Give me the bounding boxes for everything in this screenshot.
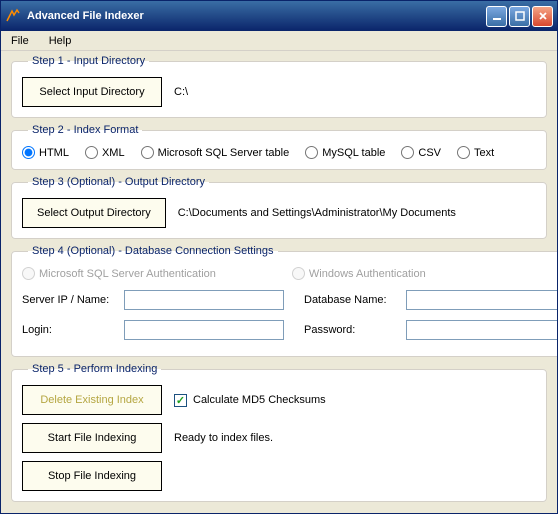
window-title: Advanced File Indexer	[27, 10, 486, 22]
format-csv-radio[interactable]: CSV	[401, 146, 441, 159]
delete-index-button[interactable]: Delete Existing Index	[22, 385, 162, 415]
app-icon	[5, 8, 21, 24]
step5-legend: Step 5 - Perform Indexing	[28, 363, 161, 375]
step2-legend: Step 2 - Index Format	[28, 124, 142, 136]
step3-group: Step 3 (Optional) - Output Directory Sel…	[11, 176, 547, 239]
step2-group: Step 2 - Index Format HTML XML Microsoft…	[11, 124, 547, 170]
step5-group: Step 5 - Perform Indexing Delete Existin…	[11, 363, 547, 502]
input-dir-path: C:\	[174, 86, 188, 98]
step3-legend: Step 3 (Optional) - Output Directory	[28, 176, 209, 188]
auth-mssql-radio: Microsoft SQL Server Authentication	[22, 267, 216, 280]
format-mssql-radio[interactable]: Microsoft SQL Server table	[141, 146, 290, 159]
server-label: Server IP / Name:	[22, 294, 118, 306]
dbname-input[interactable]	[406, 290, 557, 310]
stop-indexing-button[interactable]: Stop File Indexing	[22, 461, 162, 491]
window-buttons	[486, 6, 553, 27]
md5-checkbox[interactable]: ✓	[174, 394, 187, 407]
password-label: Password:	[304, 324, 400, 336]
login-label: Login:	[22, 324, 118, 336]
password-input[interactable]	[406, 320, 557, 340]
step1-legend: Step 1 - Input Directory	[28, 55, 149, 67]
content: Step 1 - Input Directory Select Input Di…	[1, 51, 557, 513]
md5-label: Calculate MD5 Checksums	[193, 394, 326, 406]
step4-group: Step 4 (Optional) - Database Connection …	[11, 245, 557, 357]
select-output-dir-button[interactable]: Select Output Directory	[22, 198, 166, 228]
menubar: File Help	[1, 31, 557, 51]
step1-group: Step 1 - Input Directory Select Input Di…	[11, 55, 547, 118]
maximize-button[interactable]	[509, 6, 530, 27]
server-input[interactable]	[124, 290, 284, 310]
close-button[interactable]	[532, 6, 553, 27]
format-xml-radio[interactable]: XML	[85, 146, 125, 159]
auth-win-radio: Windows Authentication	[292, 267, 426, 280]
login-input[interactable]	[124, 320, 284, 340]
md5-checkbox-wrap[interactable]: ✓ Calculate MD5 Checksums	[174, 394, 326, 407]
dbname-label: Database Name:	[304, 294, 400, 306]
minimize-button[interactable]	[486, 6, 507, 27]
format-text-radio[interactable]: Text	[457, 146, 494, 159]
step4-legend: Step 4 (Optional) - Database Connection …	[28, 245, 278, 257]
format-html-radio[interactable]: HTML	[22, 146, 69, 159]
status-text: Ready to index files.	[174, 432, 273, 444]
menu-file[interactable]: File	[5, 33, 35, 49]
start-indexing-button[interactable]: Start File Indexing	[22, 423, 162, 453]
titlebar: Advanced File Indexer	[1, 1, 557, 31]
menu-help[interactable]: Help	[43, 33, 78, 49]
select-input-dir-button[interactable]: Select Input Directory	[22, 77, 162, 107]
output-dir-path: C:\Documents and Settings\Administrator\…	[178, 207, 456, 219]
app-window: Advanced File Indexer File Help Step 1 -…	[0, 0, 558, 514]
format-mysql-radio[interactable]: MySQL table	[305, 146, 385, 159]
